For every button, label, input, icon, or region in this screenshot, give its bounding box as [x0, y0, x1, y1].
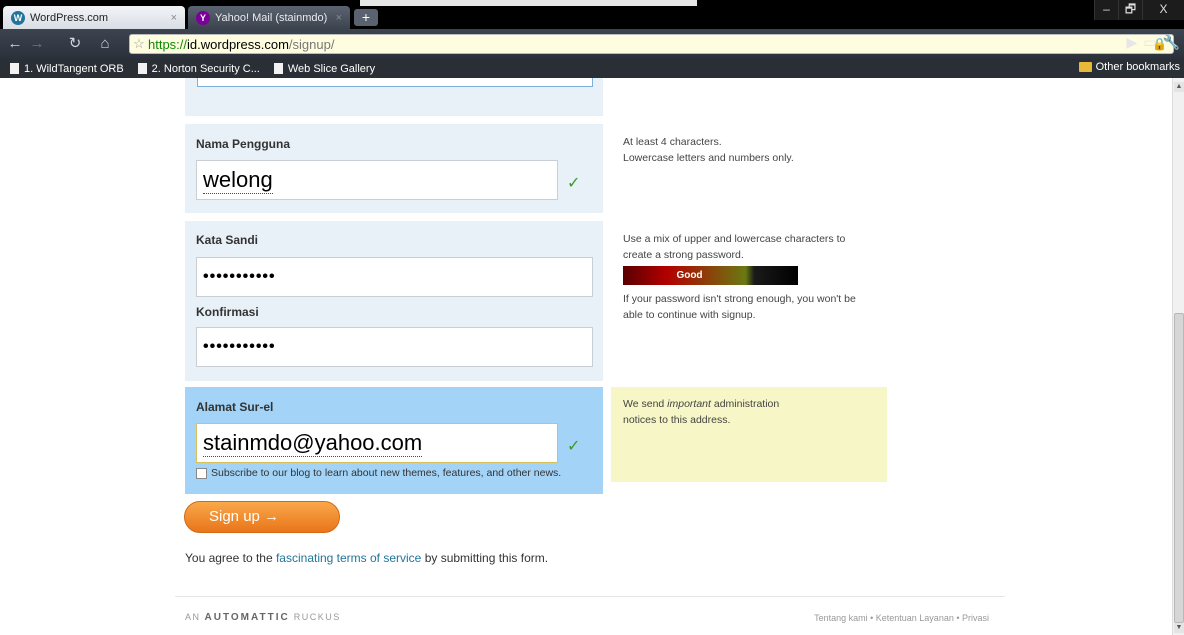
password-section: Kata Sandi ••••••••••• Konfirmasi ••••••… — [185, 221, 603, 381]
checkmark-icon: ✓ — [567, 438, 581, 455]
page-icon — [137, 63, 147, 74]
bookmarks-bar: 1. WildTangent ORB 2. Norton Security C.… — [0, 59, 1184, 78]
close-icon[interactable]: × — [336, 12, 342, 24]
email-section: Alamat Sur-el stainmdo@yahoo.com ✓ Subsc… — [185, 387, 603, 494]
url-path: /signup/ — [288, 36, 335, 52]
page-viewport: Nama Pengguna welong ✓ At least 4 charac… — [0, 78, 1172, 635]
forward-arrow-icon[interactable]: → — [28, 34, 46, 54]
agreement-text: You agree to the — [185, 551, 276, 565]
automattic-logo[interactable]: AN AUTOMATTIC RUCKUS — [185, 612, 341, 623]
terms-of-service-link[interactable]: fascinating terms of service — [276, 551, 421, 565]
wordpress-icon: W — [11, 10, 25, 25]
password-hint: Use a mix of upper and lowercase charact… — [623, 231, 845, 263]
scroll-up-arrow-icon[interactable]: ▲ — [1174, 82, 1184, 92]
url-scheme: https:// — [148, 36, 188, 52]
url-host: id.wordpress.com — [187, 36, 289, 52]
other-bookmarks[interactable]: Other bookmarks — [1078, 61, 1180, 73]
strength-label: Good — [676, 270, 703, 281]
blog-address-field[interactable] — [197, 78, 593, 87]
back-arrow-icon[interactable]: ← — [6, 34, 24, 54]
tab-title: WordPress.com — [30, 11, 109, 24]
username-label: Nama Pengguna — [196, 137, 291, 151]
hint-line: We send important administration — [623, 398, 780, 410]
email-value: stainmdo@yahoo.com — [203, 429, 423, 457]
page-menu-icon[interactable]: ▶ — [1127, 34, 1138, 51]
form-block-previous — [185, 78, 603, 116]
hint-line: notices to this address. — [623, 414, 731, 426]
folder-icon — [1078, 62, 1092, 72]
bookmark-label: 1. WildTangent ORB — [24, 62, 124, 75]
hint-line: At least 4 characters. — [623, 136, 722, 148]
close-icon[interactable]: × — [171, 12, 177, 24]
close-window-button[interactable]: X — [1142, 0, 1184, 20]
minimize-button[interactable]: – — [1094, 0, 1118, 20]
vertical-scrollbar[interactable]: ▲ ▼ — [1172, 78, 1184, 635]
footer-links[interactable]: Tentang kami • Ketentuan Layanan • Priva… — [814, 613, 989, 623]
important-emphasis: important — [667, 398, 711, 410]
terms-agreement: You agree to the fascinating terms of se… — [185, 551, 548, 565]
tab-strip: W WordPress.com × Y Yahoo! Mail (stainmd… — [0, 0, 1184, 29]
bookmark-label: Web Slice Gallery — [287, 62, 376, 75]
username-value: welong — [203, 166, 273, 194]
reload-icon[interactable]: ↻ — [66, 34, 84, 54]
hint-line: Use a mix of upper and lowercase charact… — [623, 233, 846, 245]
address-bar[interactable]: ☆ https:// id.wordpress.com /signup/ 🔒 — [129, 34, 1174, 54]
tab-wordpress[interactable]: W WordPress.com × — [3, 6, 185, 29]
footer-divider — [175, 596, 1005, 597]
password-strength-meter: Good — [623, 266, 798, 285]
password-label: Kata Sandi — [196, 233, 259, 247]
scroll-thumb[interactable] — [1174, 313, 1184, 623]
document-menu-icon[interactable]: ▭ — [1143, 34, 1156, 51]
browser-toolbar: ← → ↻ ⌂ ☆ https:// id.wordpress.com /sig… — [0, 29, 1184, 59]
email-hint: We send important administration notices… — [623, 396, 779, 428]
window-controls: – 🗗 X — [1094, 0, 1184, 20]
hint-line: create a strong password. — [623, 249, 744, 261]
bookmark-item[interactable]: 2. Norton Security C... — [137, 62, 260, 75]
tab-title: Yahoo! Mail (stainmdo) — [215, 11, 328, 24]
confirm-label: Konfirmasi — [196, 305, 259, 319]
page-icon — [10, 63, 19, 74]
bookmark-item[interactable]: 1. WildTangent ORB — [10, 63, 124, 75]
toolbar-menus: ▶ ▭ 🔧 — [1127, 34, 1180, 51]
bookmark-label: 2. Norton Security C... — [151, 62, 260, 75]
hint-line: able to continue with signup. — [623, 309, 756, 321]
scroll-down-arrow-icon[interactable]: ▼ — [1174, 623, 1184, 633]
sign-up-button[interactable]: Sign up → — [184, 501, 340, 533]
star-icon[interactable]: ☆ — [130, 36, 148, 52]
checkmark-icon: ✓ — [567, 175, 581, 192]
restore-button[interactable]: 🗗 — [1118, 0, 1142, 20]
wrench-icon[interactable]: 🔧 — [1163, 34, 1180, 51]
email-label: Alamat Sur-el — [196, 400, 274, 414]
username-input[interactable]: welong — [196, 160, 558, 200]
new-tab-button[interactable]: + — [354, 9, 378, 26]
confirm-password-input[interactable]: ••••••••••• — [196, 327, 593, 367]
subscribe-label: Subscribe to our blog to learn about new… — [211, 467, 562, 479]
password-warning: If your password isn't strong enough, yo… — [623, 291, 856, 323]
subscribe-option[interactable]: Subscribe to our blog to learn about new… — [196, 467, 561, 479]
password-input[interactable]: ••••••••••• — [196, 257, 593, 297]
email-input[interactable]: stainmdo@yahoo.com — [196, 423, 558, 463]
home-icon[interactable]: ⌂ — [96, 34, 114, 54]
agreement-text: by submitting this form. — [421, 551, 549, 565]
bookmark-item[interactable]: Web Slice Gallery — [273, 62, 376, 75]
hint-line: Lowercase letters and numbers only. — [623, 152, 794, 164]
username-hint: At least 4 characters. Lowercase letters… — [623, 134, 794, 166]
tab-yahoo-mail[interactable]: Y Yahoo! Mail (stainmdo) × — [188, 6, 350, 29]
other-bookmarks-label: Other bookmarks — [1095, 61, 1180, 73]
page-icon — [273, 63, 283, 74]
hint-line: If your password isn't strong enough, yo… — [623, 293, 856, 305]
tab-drag-shadow — [360, 0, 697, 6]
username-section: Nama Pengguna welong ✓ — [185, 124, 603, 213]
yahoo-icon: Y — [196, 10, 210, 25]
subscribe-checkbox[interactable] — [196, 467, 207, 479]
